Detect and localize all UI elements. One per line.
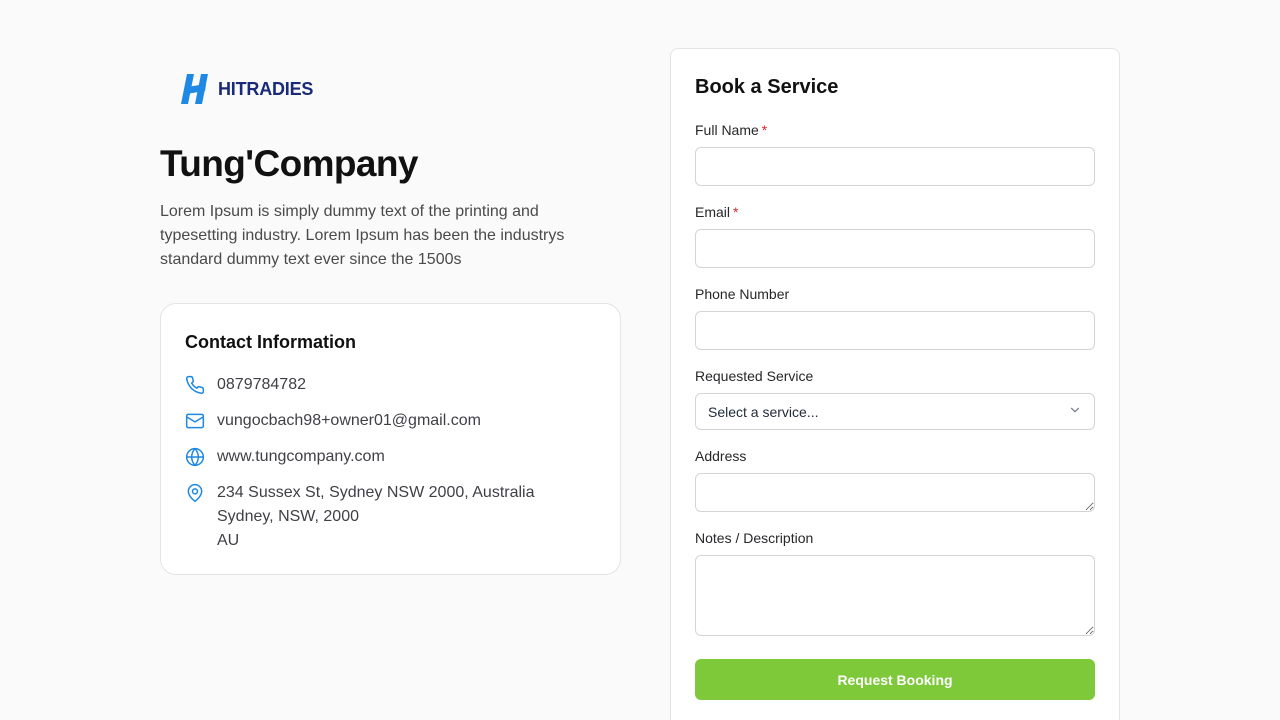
- required-marker: *: [761, 122, 768, 138]
- company-name: Tung'Company: [160, 143, 418, 184]
- address-label: Address: [695, 448, 747, 464]
- email-input[interactable]: [695, 229, 1095, 268]
- contact-website[interactable]: www.tungcompany.com: [217, 445, 385, 469]
- contact-phone-row: 0879784782: [185, 373, 306, 397]
- form-title: Book a Service: [695, 76, 839, 98]
- contact-information-title: Contact Information: [185, 332, 356, 352]
- full-name-label-text: Full Name: [695, 122, 759, 138]
- notes-textarea[interactable]: [695, 555, 1095, 636]
- map-pin-icon: [185, 481, 205, 505]
- logo-mark-icon: [181, 74, 208, 104]
- mail-icon: [185, 409, 205, 433]
- contact-information-card: Contact Information 0879784782 vungocbac…: [160, 303, 621, 575]
- full-name-input[interactable]: [695, 147, 1095, 186]
- address-line-3: AU: [217, 532, 240, 549]
- email-label-text: Email: [695, 204, 731, 220]
- chevron-down-icon: [1068, 403, 1082, 420]
- required-marker: *: [733, 204, 739, 220]
- address-line-2: Sydney, NSW, 2000: [217, 508, 359, 525]
- service-label: Requested Service: [695, 368, 814, 384]
- contact-address-row: 234 Sussex St, Sydney NSW 2000, Australi…: [185, 481, 535, 553]
- brand-logo[interactable]: HITRADIES: [180, 72, 313, 106]
- phone-label: Phone Number: [695, 286, 790, 302]
- contact-website-row: www.tungcompany.com: [185, 445, 385, 469]
- full-name-label: Full Name *: [695, 122, 767, 138]
- address-textarea[interactable]: [695, 473, 1095, 512]
- phone-input[interactable]: [695, 311, 1095, 350]
- address-line-1: 234 Sussex St, Sydney NSW 2000, Australi…: [217, 484, 535, 501]
- service-select-value: Select a service...: [708, 403, 819, 420]
- contact-email-row: vungocbach98+owner01@gmail.com: [185, 409, 481, 433]
- logo-text: HITRADIES: [218, 78, 314, 99]
- request-booking-button[interactable]: Request Booking: [695, 659, 1095, 700]
- booking-page: HITRADIES Tung'Company Lorem Ipsum is si…: [0, 0, 1280, 720]
- notes-label: Notes / Description: [695, 530, 814, 546]
- email-label: Email *: [695, 204, 738, 220]
- service-select[interactable]: Select a service...: [695, 393, 1095, 430]
- company-description: Lorem Ipsum is simply dummy text of the …: [160, 203, 565, 268]
- contact-email[interactable]: vungocbach98+owner01@gmail.com: [217, 409, 481, 433]
- contact-address: 234 Sussex St, Sydney NSW 2000, Australi…: [217, 481, 535, 553]
- booking-form-card: Book a Service Full Name * Email * Phone N…: [670, 48, 1120, 720]
- phone-icon: [185, 373, 205, 397]
- contact-phone[interactable]: 0879784782: [217, 373, 306, 397]
- globe-icon: [185, 445, 205, 469]
